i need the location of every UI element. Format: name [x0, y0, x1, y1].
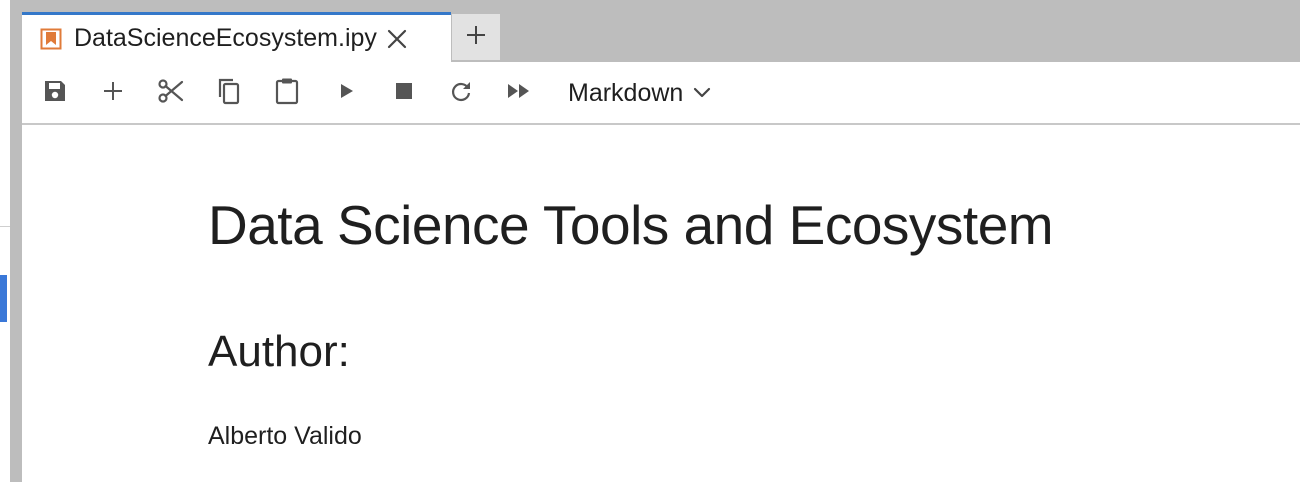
notebook-heading-2: Author: [208, 327, 350, 376]
fast-forward-icon [506, 81, 532, 106]
notebook-toolbar: Markdown [22, 62, 1300, 125]
left-sidebar-edge [0, 0, 22, 482]
cell-type-select[interactable]: Markdown [568, 76, 711, 110]
notebook-bookmark-icon [40, 28, 62, 50]
tab-title: DataScienceEcosystem.ipy [74, 24, 377, 52]
notebook-heading-1: Data Science Tools and Ecosystem [208, 194, 1054, 256]
cut-button[interactable] [156, 78, 186, 108]
restart-button[interactable] [446, 78, 476, 108]
save-button[interactable] [40, 78, 70, 108]
run-button[interactable] [331, 78, 361, 108]
save-icon [42, 78, 68, 109]
insert-cell-button[interactable] [98, 78, 128, 108]
chevron-down-icon [693, 84, 711, 102]
sidebar-active-indicator[interactable] [0, 275, 7, 322]
interrupt-button[interactable] [389, 78, 419, 108]
sidebar-divider [0, 226, 10, 227]
copy-icon [216, 77, 242, 110]
plus-icon [101, 79, 125, 108]
restart-run-all-button[interactable] [504, 78, 534, 108]
jupyter-window: DataScienceEcosystem.ipy Markdown Data S… [0, 0, 1300, 482]
close-icon[interactable] [385, 27, 409, 51]
refresh-icon [449, 79, 473, 108]
cell-type-label: Markdown [568, 78, 684, 107]
notebook-content: Data Science Tools and Ecosystem Author:… [22, 125, 1300, 482]
copy-button[interactable] [214, 78, 244, 108]
stop-icon [394, 81, 414, 106]
paste-button[interactable] [272, 78, 302, 108]
new-tab-button[interactable] [452, 14, 500, 60]
notebook-paragraph: Alberto Valido [208, 422, 362, 450]
sidebar-gutter [10, 0, 22, 482]
tab-notebook[interactable]: DataScienceEcosystem.ipy [22, 12, 451, 62]
clipboard-icon [274, 77, 300, 110]
scissors-icon [157, 77, 185, 110]
play-icon [336, 81, 356, 106]
plus-icon [465, 24, 487, 51]
tab-bar: DataScienceEcosystem.ipy [22, 0, 1300, 62]
